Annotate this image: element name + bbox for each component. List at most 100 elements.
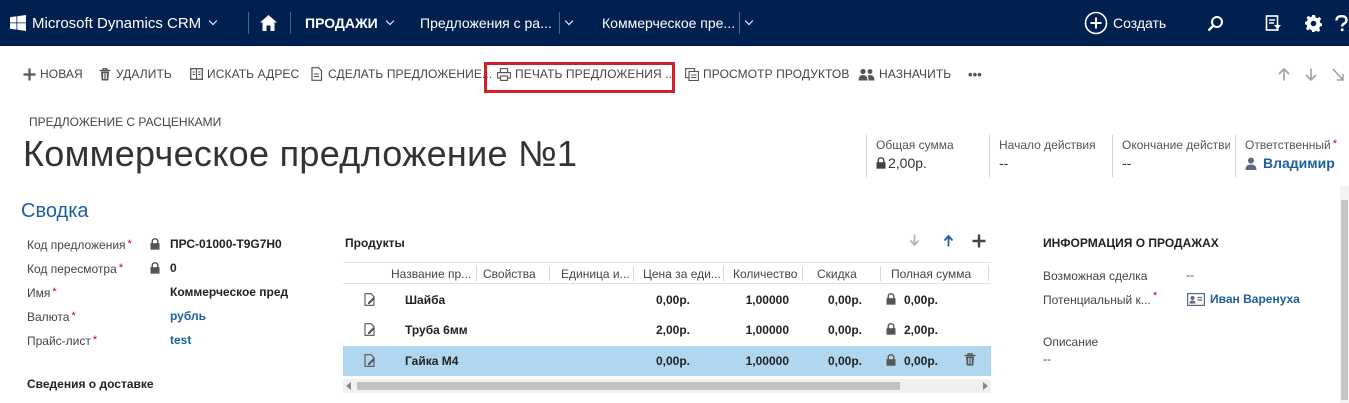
header-field-label: Общая сумма xyxy=(876,138,954,152)
column-header-total[interactable]: Полная сумма xyxy=(891,267,973,281)
cell-quantity: 1,00000 xyxy=(745,293,789,307)
opportunity-label: Возможная сделка xyxy=(1043,269,1148,283)
column-header-unit-price[interactable]: Цена за еди... xyxy=(643,267,721,281)
more-commands-button[interactable]: ••• xyxy=(968,64,982,84)
home-button[interactable] xyxy=(260,0,277,46)
breadcrumb-entity-dropdown[interactable] xyxy=(562,0,574,46)
nav-divider xyxy=(559,12,560,34)
column-divider xyxy=(988,266,989,281)
cell-discount: 0,00р. xyxy=(827,354,862,368)
chevron-down-icon xyxy=(564,16,574,26)
column-divider xyxy=(476,266,477,281)
record-title: Коммерческое предложение №1 xyxy=(23,133,578,174)
plus-circle-icon xyxy=(1084,11,1108,35)
trash-icon[interactable] xyxy=(964,353,976,366)
address-book-icon xyxy=(189,67,203,81)
description-value[interactable]: -- xyxy=(1043,352,1051,366)
assign-label: НАЗНАЧИТЬ xyxy=(879,67,952,81)
header-field-owner[interactable]: Ответственный * Владимир xyxy=(1235,135,1340,177)
assign-button[interactable]: НАЗНАЧИТЬ xyxy=(858,64,951,84)
cell-discount: 0,00р. xyxy=(827,293,862,307)
cell-unit-price: 0,00р. xyxy=(655,354,690,368)
search-button[interactable] xyxy=(1207,0,1224,46)
edit-record-icon[interactable] xyxy=(364,354,376,367)
area-label: ПРОДАЖИ xyxy=(305,15,378,31)
edit-record-icon[interactable] xyxy=(364,293,376,306)
previous-record-button[interactable] xyxy=(1278,64,1290,84)
table-row[interactable]: Шайба 0,00р. 1,00000 0,00р. 0,00р. xyxy=(343,285,991,315)
required-marker: * xyxy=(71,310,76,322)
header-field-value: -- xyxy=(1122,155,1132,171)
move-down-button[interactable] xyxy=(909,234,920,250)
scroll-left-icon[interactable] xyxy=(346,382,352,390)
lock-icon xyxy=(150,238,160,250)
column-header-discount[interactable]: Скидка xyxy=(817,267,877,281)
header-field-end-date[interactable]: Окончание действия -- xyxy=(1112,135,1230,177)
delete-button[interactable]: УДАЛИТЬ xyxy=(98,64,172,84)
help-button[interactable] xyxy=(1334,0,1349,46)
name-field[interactable]: Коммерческое пред xyxy=(170,285,294,299)
cell-unit-price: 0,00р. xyxy=(655,293,690,307)
filter-document-icon xyxy=(1265,14,1281,31)
lock-icon xyxy=(886,323,896,335)
app-switcher[interactable]: Microsoft Dynamics CRM xyxy=(10,0,218,46)
lock-icon xyxy=(886,354,896,366)
find-address-button[interactable]: ИСКАТЬ АДРЕС xyxy=(189,64,299,84)
advanced-find-button[interactable] xyxy=(1265,0,1282,46)
next-record-button[interactable] xyxy=(1305,64,1317,84)
column-header-quantity[interactable]: Количество xyxy=(733,267,805,281)
create-button[interactable]: Создать xyxy=(1084,0,1166,46)
required-marker: * xyxy=(52,286,57,298)
header-field-value: Владимир xyxy=(1245,155,1340,171)
required-marker: * xyxy=(92,334,98,346)
view-products-button[interactable]: ПРОСМОТР ПРОДУКТОВ xyxy=(685,64,849,84)
column-header-unit[interactable]: Единица и... xyxy=(561,267,635,281)
document-edit-icon xyxy=(310,67,324,81)
column-header-properties[interactable]: Свойства xyxy=(483,267,553,281)
products-horizontal-scrollbar[interactable] xyxy=(343,379,991,393)
delete-button-label: УДАЛИТЬ xyxy=(116,67,172,81)
help-icon xyxy=(1335,14,1348,31)
price-list-label: Прайс-лист * xyxy=(27,334,98,348)
plus-icon xyxy=(972,234,986,248)
page-vertical-scrollbar[interactable] xyxy=(1340,186,1349,403)
breadcrumb-record[interactable]: Коммерческое пре... xyxy=(602,0,735,46)
name-label: Имя * xyxy=(27,286,57,300)
breadcrumb-record-dropdown[interactable] xyxy=(742,0,754,46)
scrollbar-thumb[interactable] xyxy=(1341,200,1348,400)
expand-button[interactable] xyxy=(1332,64,1344,84)
scroll-right-icon[interactable] xyxy=(982,382,988,390)
header-field-value: 2,00р. xyxy=(876,155,984,171)
header-field-label: Окончание действия xyxy=(1122,138,1230,152)
price-list-lookup[interactable]: test xyxy=(170,333,191,347)
products-grid-header: Название пр... Свойства Единица и... Цен… xyxy=(343,262,991,284)
move-up-button[interactable] xyxy=(943,234,954,250)
column-header-name[interactable]: Название пр... xyxy=(391,267,473,281)
add-product-button[interactable] xyxy=(972,234,986,251)
description-label: Описание xyxy=(1043,335,1099,349)
table-row[interactable]: Труба 6мм 2,00р. 1,00000 0,00р. 2,00р. xyxy=(343,315,991,345)
currency-lookup[interactable]: рубль xyxy=(170,309,206,323)
edit-record-icon[interactable] xyxy=(364,323,376,336)
new-button[interactable]: НОВАЯ xyxy=(22,64,83,84)
windows-logo-icon xyxy=(10,15,26,31)
make-quote-button[interactable]: СДЕЛАТЬ ПРЕДЛОЖЕНИЕ... xyxy=(310,64,492,84)
required-marker: * xyxy=(1153,290,1158,302)
settings-button[interactable] xyxy=(1305,0,1322,46)
scrollbar-thumb[interactable] xyxy=(357,382,900,390)
arrow-down-icon xyxy=(1305,68,1317,81)
new-button-label: НОВАЯ xyxy=(40,67,83,81)
expand-icon xyxy=(1332,67,1344,81)
cell-unit-price: 2,00р. xyxy=(655,323,690,337)
potential-customer-lookup[interactable]: Иван Варенуха xyxy=(1187,292,1300,306)
table-row-selected[interactable]: Гайка М4 0,00р. 1,00000 0,00р. 0,00р. xyxy=(343,346,991,376)
header-field-start-date[interactable]: Начало действия -- xyxy=(989,135,1107,177)
opportunity-value[interactable]: -- xyxy=(1186,268,1194,282)
arrow-up-icon xyxy=(1278,67,1290,80)
area-menu[interactable]: ПРОДАЖИ xyxy=(305,0,394,46)
user-icon xyxy=(1245,157,1257,170)
plus-icon xyxy=(22,67,36,81)
breadcrumb-entity[interactable]: Предложения с ра... xyxy=(420,0,552,46)
header-field-label: Начало действия xyxy=(999,138,1096,152)
required-marker: * xyxy=(118,262,124,274)
